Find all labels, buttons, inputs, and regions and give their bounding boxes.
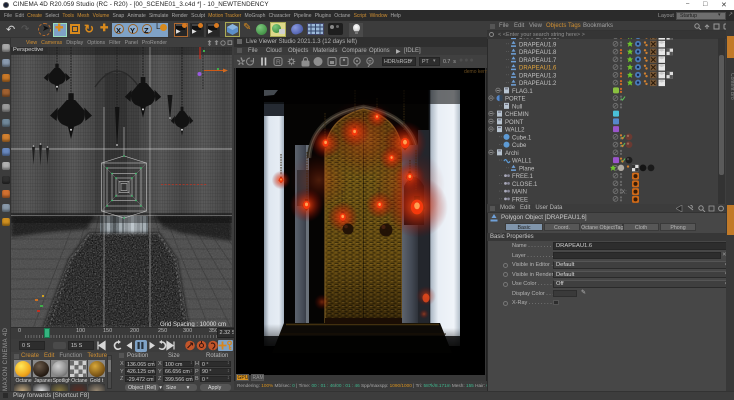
svg-text:PORTE: PORTE — [505, 97, 526, 103]
svg-text:FLAG.1: FLAG.1 — [512, 89, 533, 95]
svg-text:DRAPEAU1.9: DRAPEAU1.9 — [519, 42, 557, 48]
svg-text:DRAPEAU1.10: DRAPEAU1.10 — [519, 38, 560, 41]
svg-text:R: R — [276, 59, 281, 66]
svg-text:Plane: Plane — [519, 166, 535, 172]
svg-text:DRAPEAU1.6: DRAPEAU1.6 — [519, 66, 557, 72]
svg-text:DRAPEAU1.8: DRAPEAU1.8 — [519, 50, 557, 56]
svg-text:MAIN: MAIN — [512, 190, 527, 196]
svg-text:Archi: Archi — [505, 151, 519, 157]
svg-text:CHEMIN: CHEMIN — [505, 112, 529, 118]
svg-text:Cube: Cube — [512, 143, 527, 149]
svg-text:DRAPEAU1.7: DRAPEAU1.7 — [519, 58, 557, 64]
svg-text:Cube.1: Cube.1 — [512, 135, 532, 141]
svg-text:WALL1: WALL1 — [512, 159, 532, 165]
svg-text:DRAPEAU1.2: DRAPEAU1.2 — [519, 81, 557, 87]
svg-text:DRAPEAU1.3: DRAPEAU1.3 — [519, 73, 557, 79]
svg-text:Null: Null — [512, 104, 522, 110]
svg-text:FREE.1: FREE.1 — [512, 174, 534, 180]
svg-text::X:: :X: — [620, 190, 627, 196]
svg-text:POINT: POINT — [505, 120, 524, 126]
svg-text:WALL2: WALL2 — [505, 128, 525, 134]
svg-text:CLOSE.1: CLOSE.1 — [512, 182, 538, 188]
svg-text:FREE: FREE — [512, 197, 528, 203]
